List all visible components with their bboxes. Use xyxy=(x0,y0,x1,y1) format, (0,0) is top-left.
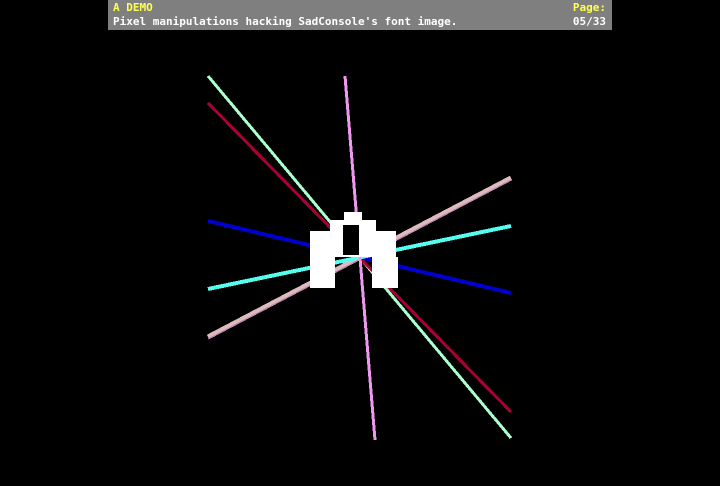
glyph-a xyxy=(310,212,398,288)
demo-canvas xyxy=(206,75,513,441)
